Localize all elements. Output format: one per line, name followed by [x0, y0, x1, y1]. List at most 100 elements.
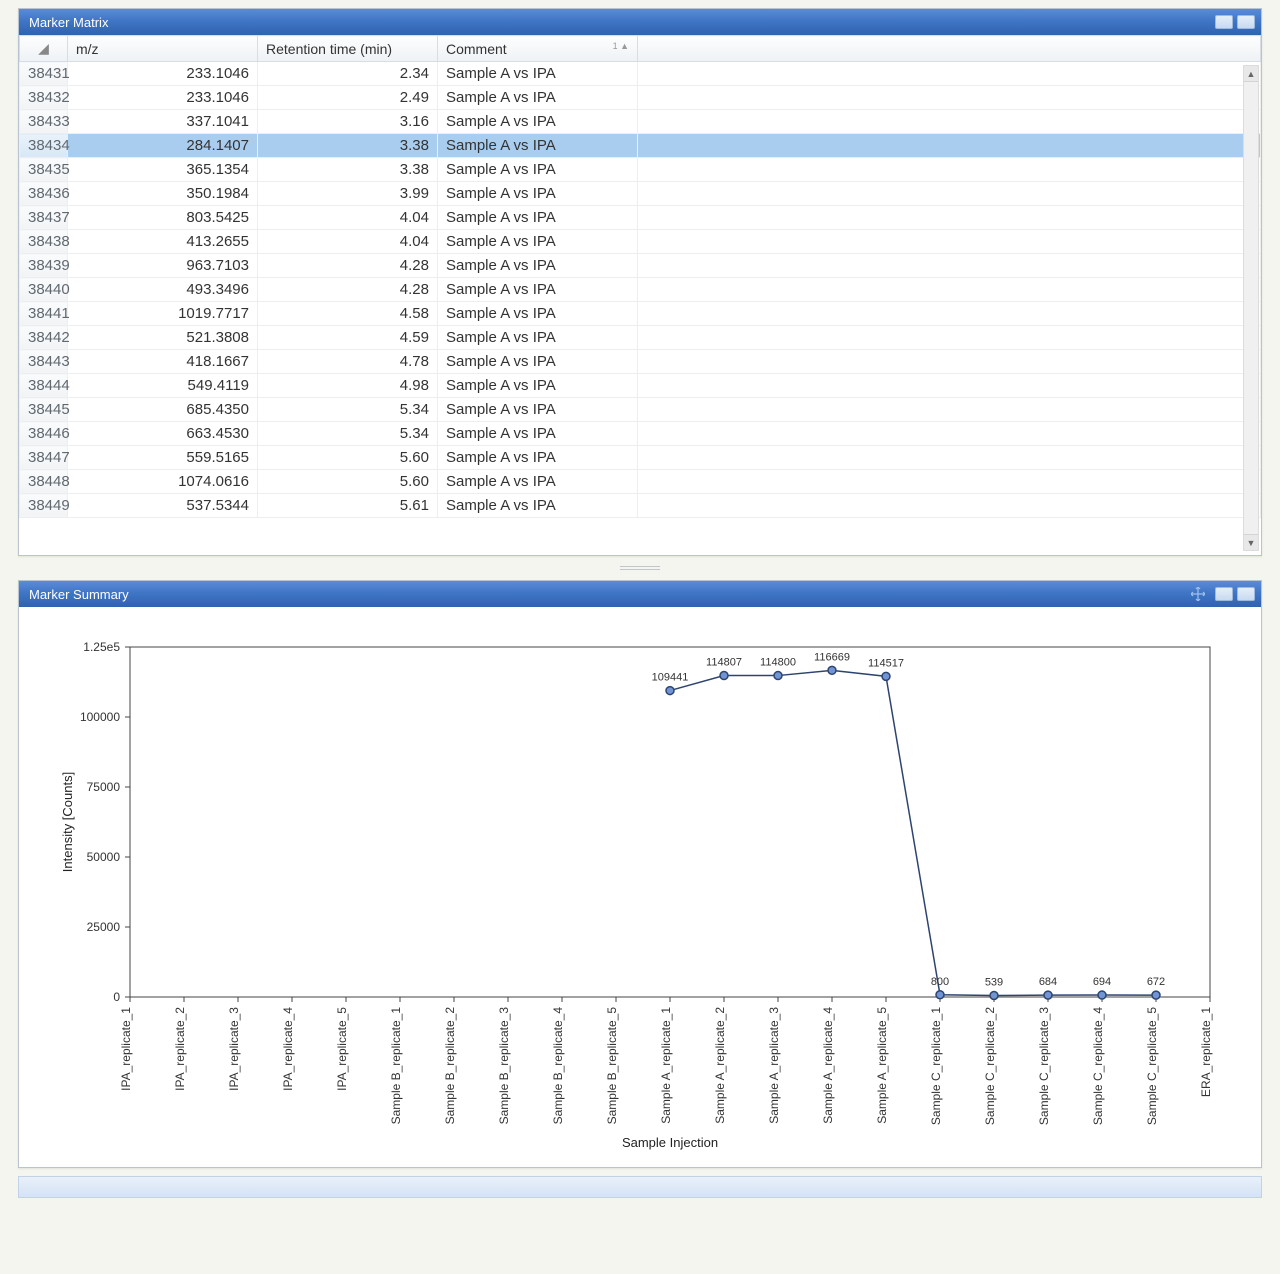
row-number[interactable]: 38438	[20, 230, 68, 254]
cell-rt[interactable]: 5.60	[258, 446, 438, 470]
row-number[interactable]: 38444	[20, 374, 68, 398]
cell-comment[interactable]: Sample A vs IPA	[438, 446, 638, 470]
cell-mz[interactable]: 521.3808	[68, 326, 258, 350]
table-row[interactable]: 38445685.43505.34Sample A vs IPA	[20, 398, 1261, 422]
cell-mz[interactable]: 418.1667	[68, 350, 258, 374]
cell-comment[interactable]: Sample A vs IPA	[438, 254, 638, 278]
maximize-button[interactable]	[1237, 15, 1255, 29]
move-icon[interactable]	[1189, 585, 1207, 603]
cell-comment[interactable]: Sample A vs IPA	[438, 134, 638, 158]
row-number[interactable]: 38437	[20, 206, 68, 230]
cell-comment[interactable]: Sample A vs IPA	[438, 398, 638, 422]
cell-comment[interactable]: Sample A vs IPA	[438, 422, 638, 446]
table-row[interactable]: 38439963.71034.28Sample A vs IPA	[20, 254, 1261, 278]
table-row[interactable]: 38433337.10413.16Sample A vs IPA	[20, 110, 1261, 134]
row-number[interactable]: 38432	[20, 86, 68, 110]
row-number[interactable]: 38441	[20, 302, 68, 326]
cell-comment[interactable]: Sample A vs IPA	[438, 374, 638, 398]
cell-comment[interactable]: Sample A vs IPA	[438, 62, 638, 86]
cell-comment[interactable]: Sample A vs IPA	[438, 110, 638, 134]
column-header-mz[interactable]: m/z	[68, 36, 258, 62]
minimize-button[interactable]	[1215, 15, 1233, 29]
minimize-button[interactable]	[1215, 587, 1233, 601]
cell-comment[interactable]: Sample A vs IPA	[438, 158, 638, 182]
table-row[interactable]: 38449537.53445.61Sample A vs IPA	[20, 494, 1261, 518]
table-row[interactable]: 38440493.34964.28Sample A vs IPA	[20, 278, 1261, 302]
cell-comment[interactable]: Sample A vs IPA	[438, 494, 638, 518]
scroll-down-icon[interactable]: ▼	[1244, 534, 1258, 550]
maximize-button[interactable]	[1237, 587, 1255, 601]
cell-mz[interactable]: 337.1041	[68, 110, 258, 134]
row-number[interactable]: 38433	[20, 110, 68, 134]
cell-comment[interactable]: Sample A vs IPA	[438, 326, 638, 350]
row-number[interactable]: 38440	[20, 278, 68, 302]
table-row[interactable]: 38436350.19843.99Sample A vs IPA	[20, 182, 1261, 206]
table-row[interactable]: 38442521.38084.59Sample A vs IPA	[20, 326, 1261, 350]
cell-rt[interactable]: 5.34	[258, 398, 438, 422]
cell-mz[interactable]: 233.1046	[68, 62, 258, 86]
table-row[interactable]: 38431233.10462.34Sample A vs IPA	[20, 62, 1261, 86]
column-header-comment[interactable]: Comment 1 ▲	[438, 36, 638, 62]
column-header-rt[interactable]: Retention time (min)	[258, 36, 438, 62]
cell-comment[interactable]: Sample A vs IPA	[438, 86, 638, 110]
table-row[interactable]: 38446663.45305.34Sample A vs IPA	[20, 422, 1261, 446]
cell-rt[interactable]: 4.28	[258, 278, 438, 302]
panel-splitter[interactable]	[18, 564, 1262, 572]
table-row[interactable]: 384481074.06165.60Sample A vs IPA	[20, 470, 1261, 494]
vertical-scrollbar[interactable]: ▲ ▼	[1243, 65, 1259, 551]
cell-mz[interactable]: 493.3496	[68, 278, 258, 302]
cell-rt[interactable]: 4.04	[258, 206, 438, 230]
cell-rt[interactable]: 4.78	[258, 350, 438, 374]
cell-rt[interactable]: 4.98	[258, 374, 438, 398]
row-number[interactable]: 38431	[20, 62, 68, 86]
cell-mz[interactable]: 284.1407	[68, 134, 258, 158]
cell-rt[interactable]: 3.38	[258, 158, 438, 182]
cell-mz[interactable]: 685.4350	[68, 398, 258, 422]
cell-rt[interactable]: 4.28	[258, 254, 438, 278]
row-number[interactable]: 38446	[20, 422, 68, 446]
cell-mz[interactable]: 365.1354	[68, 158, 258, 182]
cell-mz[interactable]: 233.1046	[68, 86, 258, 110]
row-number[interactable]: 38435	[20, 158, 68, 182]
cell-rt[interactable]: 5.61	[258, 494, 438, 518]
cell-mz[interactable]: 350.1984	[68, 182, 258, 206]
row-number[interactable]: 38448	[20, 470, 68, 494]
table-row[interactable]: 38444549.41194.98Sample A vs IPA	[20, 374, 1261, 398]
cell-rt[interactable]: 4.04	[258, 230, 438, 254]
cell-comment[interactable]: Sample A vs IPA	[438, 278, 638, 302]
scroll-up-icon[interactable]: ▲	[1244, 66, 1258, 82]
cell-comment[interactable]: Sample A vs IPA	[438, 302, 638, 326]
row-number[interactable]: 38436	[20, 182, 68, 206]
cell-mz[interactable]: 537.5344	[68, 494, 258, 518]
cell-comment[interactable]: Sample A vs IPA	[438, 206, 638, 230]
table-row[interactable]: 38435365.13543.38Sample A vs IPA	[20, 158, 1261, 182]
cell-comment[interactable]: Sample A vs IPA	[438, 470, 638, 494]
row-number[interactable]: 38439	[20, 254, 68, 278]
cell-rt[interactable]: 4.59	[258, 326, 438, 350]
cell-rt[interactable]: 4.58	[258, 302, 438, 326]
cell-rt[interactable]: 3.99	[258, 182, 438, 206]
table-row[interactable]: 38443418.16674.78Sample A vs IPA	[20, 350, 1261, 374]
table-row[interactable]: 38447559.51655.60Sample A vs IPA	[20, 446, 1261, 470]
cell-rt[interactable]: 3.38	[258, 134, 438, 158]
table-row[interactable]: 38432233.10462.49Sample A vs IPA	[20, 86, 1261, 110]
cell-mz[interactable]: 803.5425	[68, 206, 258, 230]
row-number[interactable]: 38434	[20, 134, 68, 158]
cell-mz[interactable]: 413.2655	[68, 230, 258, 254]
cell-rt[interactable]: 3.16	[258, 110, 438, 134]
cell-rt[interactable]: 5.60	[258, 470, 438, 494]
row-number[interactable]: 38447	[20, 446, 68, 470]
cell-comment[interactable]: Sample A vs IPA	[438, 230, 638, 254]
marker-matrix-header[interactable]: Marker Matrix	[19, 9, 1261, 35]
cell-mz[interactable]: 549.4119	[68, 374, 258, 398]
cell-mz[interactable]: 1074.0616	[68, 470, 258, 494]
marker-summary-header[interactable]: Marker Summary	[19, 581, 1261, 607]
cell-rt[interactable]: 2.34	[258, 62, 438, 86]
row-number[interactable]: 38442	[20, 326, 68, 350]
table-row[interactable]: 38434284.14073.38Sample A vs IPA	[20, 134, 1261, 158]
row-number[interactable]: 38445	[20, 398, 68, 422]
row-number[interactable]: 38443	[20, 350, 68, 374]
table-row[interactable]: 38437803.54254.04Sample A vs IPA	[20, 206, 1261, 230]
cell-comment[interactable]: Sample A vs IPA	[438, 350, 638, 374]
column-header-extra[interactable]	[638, 36, 1261, 62]
